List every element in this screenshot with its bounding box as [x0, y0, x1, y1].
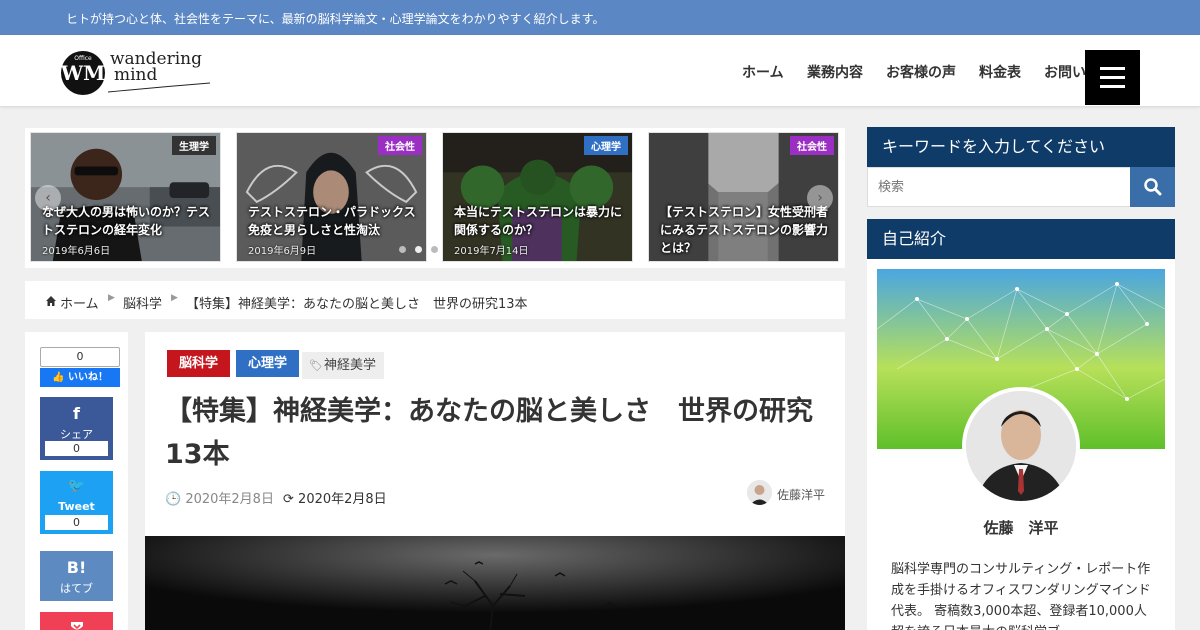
breadcrumb: ホーム ▶ 脳科学 ▶ 【特集】神経美学：あなたの脳と美しさ 世界の研究13本 — [25, 281, 845, 319]
author-avatar — [747, 480, 772, 505]
nav-item-testimonials[interactable]: お客様の声 — [886, 62, 956, 82]
slide-title[interactable]: なぜ大人の男は怖いのか？テストステロンの経年変化 — [42, 203, 220, 239]
search-icon — [1144, 178, 1162, 196]
breadcrumb-home[interactable]: ホーム — [60, 293, 99, 312]
profile-name: 佐藤 洋平 — [983, 519, 1059, 537]
profile-avatar — [962, 387, 1080, 505]
slider-dot[interactable] — [431, 246, 438, 253]
facebook-share-button[interactable]: f シェア 0 — [40, 397, 113, 460]
published-date-value: 2020年2月8日 — [185, 492, 274, 507]
pocket-button[interactable] — [40, 612, 113, 630]
facebook-like-widget[interactable]: 0 👍 いいね！ — [40, 347, 120, 387]
fb-like-button[interactable]: 👍 いいね！ — [40, 368, 120, 387]
facebook-icon: f — [73, 404, 80, 423]
share-buttons: 0 👍 いいね！ f シェア 0 🐦 Tweet 0 B! はてブ — [25, 332, 128, 630]
profile-card: 佐藤 洋平 脳科学専門のコンサルティング・レポート作成を手掛けるオフィスワンダリ… — [867, 259, 1175, 630]
slide-title[interactable]: 本当にテストステロンは暴力に関係するのか？ — [454, 203, 632, 239]
hamburger-menu-button[interactable] — [1085, 50, 1140, 105]
slide-card[interactable]: 心理学 本当にテストステロンは暴力に関係するのか？ 2019年7月14日 — [442, 132, 633, 262]
slider-dot[interactable] — [399, 246, 406, 253]
slide-category-badge[interactable]: 社会性 — [790, 136, 834, 155]
article: 脳科学 心理学 🏷 神経美学 【特集】神経美学：あなたの脳と美しさ 世界の研究1… — [145, 332, 845, 630]
search-input[interactable] — [868, 168, 1131, 206]
fb-like-count: 0 — [40, 347, 120, 367]
breadcrumb-category[interactable]: 脳科学 — [123, 293, 162, 312]
clock-icon: 🕒 — [165, 492, 182, 507]
hatena-icon: B! — [66, 558, 87, 577]
profile-widget-heading: 自己紹介 — [867, 219, 1175, 259]
twitter-icon: 🐦 — [67, 478, 86, 494]
refresh-icon: ⟳ — [283, 492, 294, 507]
slide-category-badge[interactable]: 生理学 — [172, 136, 216, 155]
article-tag-label: 神経美学 — [324, 358, 377, 373]
top-bar: ヒトが持つ心と体、社会性をテーマに、最新の脳科学論文・心理学論文をわかりやすく紹… — [0, 0, 1200, 35]
slide-date: 2019年6月6日 — [42, 246, 111, 257]
facebook-share-label: シェア — [60, 428, 93, 441]
slide-category-badge[interactable]: 社会性 — [378, 136, 422, 155]
hamburger-line — [1100, 67, 1125, 70]
article-tag[interactable]: 🏷 神経美学 — [302, 352, 385, 379]
category-badge-psychology[interactable]: 心理学 — [236, 350, 300, 377]
slider-next-button[interactable]: › — [807, 185, 833, 211]
search-widget-heading: キーワードを入力してください — [867, 127, 1175, 167]
author-name[interactable]: 佐藤洋平 — [777, 486, 825, 503]
slide-category-badge[interactable]: 心理学 — [584, 136, 628, 155]
site-header: WM Office wandering mind ホーム 業務内容 お客様の声 … — [0, 35, 1200, 106]
breadcrumb-current: 【特集】神経美学：あなたの脳と美しさ 世界の研究13本 — [186, 297, 528, 312]
hamburger-line — [1100, 85, 1125, 88]
hatena-bookmark-button[interactable]: B! はてブ — [40, 551, 113, 601]
slide-card[interactable]: 社会性 テストステロン・パラドックス 免疫と男らしさと性淘汰 2019年6月9日 — [236, 132, 427, 262]
slide-title[interactable]: テストステロン・パラドックス 免疫と男らしさと性淘汰 — [248, 203, 426, 239]
search-form — [867, 167, 1175, 207]
nav-item-home[interactable]: ホーム — [742, 62, 784, 82]
updated-date: ⟳ 2020年2月8日 — [283, 488, 387, 507]
slide-date: 2019年6月9日 — [248, 246, 317, 257]
twitter-share-count: 0 — [45, 515, 108, 530]
slider-dot-active[interactable] — [415, 246, 422, 253]
pocket-icon — [71, 622, 83, 630]
featured-slider: 生理学 なぜ大人の男は怖いのか？テストステロンの経年変化 2019年6月6日 社… — [25, 128, 845, 268]
published-date: 🕒 2020年2月8日 — [165, 488, 274, 507]
hatena-label: はてブ — [60, 582, 93, 595]
twitter-share-label: Tweet — [58, 500, 95, 513]
article-eyecatch-image — [145, 536, 845, 630]
chevron-right-icon: ▶ — [171, 293, 178, 303]
fb-like-label: いいね！ — [67, 372, 108, 383]
category-badge-brain-science[interactable]: 脳科学 — [167, 350, 231, 377]
hamburger-line — [1100, 76, 1125, 79]
home-icon — [46, 296, 56, 306]
nav-item-services[interactable]: 業務内容 — [807, 62, 863, 82]
search-button[interactable] — [1130, 167, 1175, 207]
updated-date-value: 2020年2月8日 — [298, 492, 387, 507]
logo-underline — [107, 82, 211, 93]
tag-icon: 🏷 — [309, 359, 323, 372]
slider-prev-button[interactable]: ‹ — [35, 185, 61, 211]
facebook-share-count: 0 — [45, 441, 108, 456]
profile-bio: 脳科学専門のコンサルティング・レポート作成を手掛けるオフィスワンダリングマインド… — [891, 562, 1151, 630]
article-title: 【特集】神経美学：あなたの脳と美しさ 世界の研究13本 — [165, 396, 813, 470]
thumbs-up-icon: 👍 — [52, 372, 65, 383]
site-tagline: ヒトが持つ心と体、社会性をテーマに、最新の脳科学論文・心理学論文をわかりやすく紹… — [66, 12, 605, 26]
slide-date: 2019年7月14日 — [454, 246, 529, 257]
slide-title[interactable]: 【テストステロン】女性受刑者にみるテストステロンの影響力とは？ — [660, 203, 838, 257]
twitter-share-button[interactable]: 🐦 Tweet 0 — [40, 471, 113, 534]
site-logo[interactable]: WM Office wandering mind — [60, 47, 220, 97]
nav-item-pricing[interactable]: 料金表 — [979, 62, 1021, 82]
chevron-right-icon: ▶ — [108, 293, 115, 303]
